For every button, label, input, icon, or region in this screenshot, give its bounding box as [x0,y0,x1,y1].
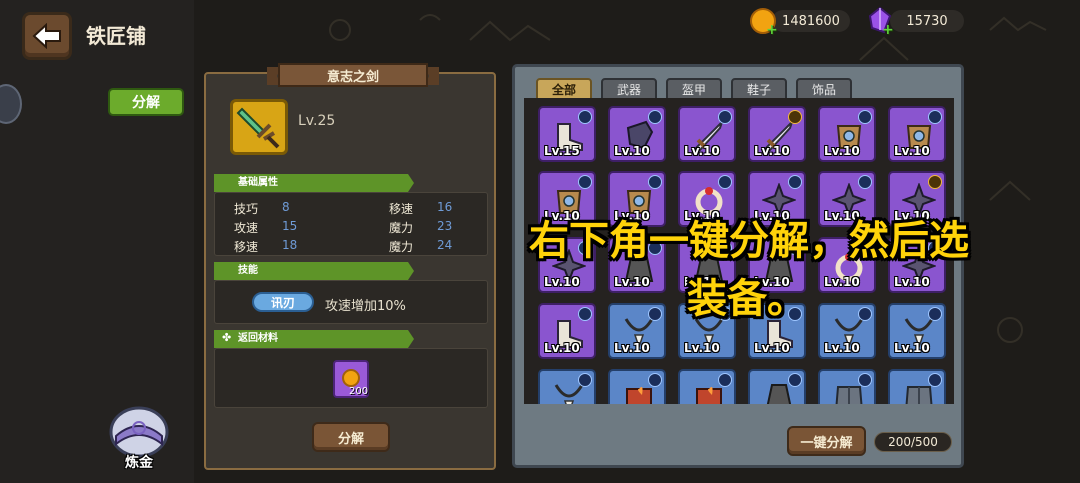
spellbook-icon [109,406,169,458]
materials-header: 返回材料 [214,330,414,348]
slot-level: Lv.10 [614,341,650,355]
slot-level: Lv.10 [544,341,580,355]
stat-row: 攻速 15 [234,219,298,235]
gold-coin-icon [342,369,360,387]
one-key-decompose-button[interactable]: 一键分解 [787,426,866,456]
tab-accessories[interactable]: 饰品 [796,78,852,100]
gold-amount: 1481600 [782,13,840,29]
slot-level: Lv.10 [824,144,860,158]
tutorial-caption: 右下角一键分解，然后选 装备。 [466,212,1032,328]
material-slot[interactable]: 200 [333,360,369,398]
inventory-slot[interactable] [538,369,596,404]
stat-row: 技巧 8 [234,200,290,216]
decompose-button[interactable]: 分解 [312,422,390,452]
alchemy-label: 炼金 [125,455,153,471]
tab-all[interactable]: 全部 [536,78,592,100]
tab-shoes[interactable]: 鞋子 [731,78,787,100]
star-badge-icon [648,110,662,124]
gem-amount: 15730 [906,13,948,29]
inventory-slot[interactable]: Lv.10 [888,106,946,162]
caption-line-2: 装备。 [687,276,807,322]
slot-level: Lv.10 [894,341,930,355]
skill-name-badge[interactable]: 讯刃 [252,292,314,312]
caption-line-1: 右下角一键分解，然后选 [529,218,969,264]
star-badge-icon [788,373,802,387]
star-badge-icon [648,175,662,189]
star-badge-icon [718,373,732,387]
inventory-slot[interactable] [888,369,946,404]
gem-counter: 15730 [890,10,964,32]
skill-header: 技能 [214,262,414,280]
inventory-slot[interactable] [678,369,736,404]
decompose-tab[interactable]: 分解 [108,88,184,116]
tab-armor[interactable]: 盔甲 [666,78,722,100]
materials-title: 返回材料 [238,333,278,344]
alchemy-button[interactable]: 炼金 [104,402,174,472]
star-badge-icon [788,110,802,124]
stat-row: 魔力 23 [389,219,453,235]
tab-weapons[interactable]: 武器 [601,78,657,100]
star-badge-icon [718,110,732,124]
stat-row: 移速 16 [389,200,453,216]
slot-level: Lv.10 [894,144,930,158]
slot-level: Lv.10 [684,144,720,158]
star-badge-icon [578,110,592,124]
item-name-ribbon: 意志之剑 [267,63,439,89]
item-name: 意志之剑 [326,70,379,85]
inventory-capacity: 200/500 [874,432,952,452]
base-stats-title: 基础属性 [238,177,278,188]
inventory-slot[interactable]: Lv.15 [538,106,596,162]
star-badge-icon [858,110,872,124]
sword-icon [236,107,280,149]
slot-level: Lv.15 [544,144,580,158]
slot-level: Lv.10 [824,341,860,355]
slot-level: Lv.10 [684,341,720,355]
star-badge-icon [578,175,592,189]
inventory-slot[interactable]: Lv.10 [818,106,876,162]
add-gold-icon[interactable]: + [766,23,778,37]
base-stats-header: 基础属性 [214,174,414,192]
star-badge-icon [858,373,872,387]
stat-row: 魔力 24 [389,238,453,254]
inventory-slot[interactable] [608,369,666,404]
star-badge-icon [928,175,942,189]
star-badge-icon [788,175,802,189]
slot-level: Lv.10 [754,341,790,355]
gold-counter: 1481600 [772,10,850,32]
stat-row: 移速 18 [234,238,298,254]
star-badge-icon [928,110,942,124]
inventory-slot[interactable] [748,369,806,404]
inventory-slot[interactable]: Lv.10 [608,106,666,162]
selected-item-slot [230,99,288,155]
star-badge-icon [648,373,662,387]
back-button[interactable] [22,12,72,60]
clover-icon: ✤ [222,331,232,344]
back-arrow-icon [32,23,61,49]
skill-description: 攻速增加10% [325,299,406,314]
inventory-slot[interactable] [818,369,876,404]
star-badge-icon [578,373,592,387]
star-badge-icon [928,373,942,387]
inventory-slot[interactable]: Lv.10 [748,106,806,162]
add-gem-icon[interactable]: + [882,23,894,37]
slot-level: Lv.10 [754,144,790,158]
material-count: 200 [349,386,369,397]
inventory-slot[interactable]: Lv.10 [678,106,736,162]
star-badge-icon [718,175,732,189]
star-badge-icon [858,175,872,189]
page-title: 铁匠铺 [86,24,146,48]
slot-level: Lv.10 [614,144,650,158]
item-level: Lv.25 [298,113,336,129]
skill-title: 技能 [238,265,258,276]
